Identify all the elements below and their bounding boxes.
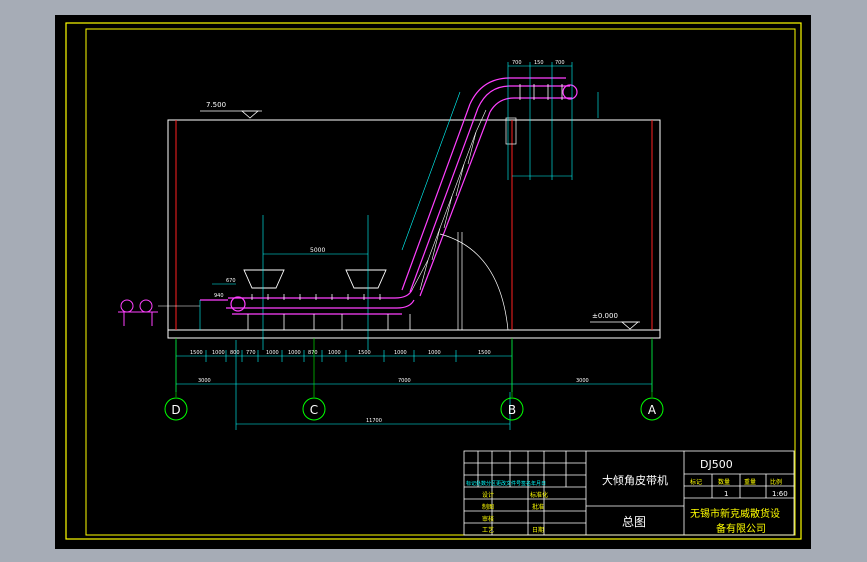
scale-value: 1:60 — [772, 490, 788, 498]
seg-dim-9: 1500 — [358, 350, 371, 356]
label-qty: 数量 — [718, 478, 730, 486]
company-line-1: 无锡市新克威散货设 — [690, 507, 780, 520]
dim-ab: 3000 — [576, 378, 589, 384]
seg-dim-10: 1000 — [394, 350, 407, 356]
label-mark: 标记 — [690, 478, 702, 486]
company-line-2: 备有限公司 — [716, 522, 766, 535]
seg-dim-5: 1000 — [266, 350, 279, 356]
dim-total: 11700 — [366, 418, 382, 424]
seg-dim-3: 800 — [230, 350, 240, 356]
label-scale: 比例 — [770, 478, 782, 486]
label-stdcheck: 标准化 — [530, 491, 548, 499]
axis-label-c: C — [310, 403, 318, 417]
dim-bc: 7000 — [398, 378, 411, 384]
label-process: 工艺 — [482, 526, 494, 534]
seg-dim-2: 1000 — [212, 350, 225, 356]
seg-dim-4: 770 — [246, 350, 256, 356]
dim-left: 3000 — [198, 378, 211, 384]
seg-dim-8: 1000 — [328, 350, 341, 356]
label-design: 设计 — [482, 491, 494, 499]
label-weight: 重量 — [744, 478, 756, 486]
seg-dim-6: 1000 — [288, 350, 301, 356]
axis-label-a: A — [648, 403, 657, 417]
elevation-ground-label: ±0.000 — [592, 312, 618, 320]
label-review: 审核 — [482, 515, 494, 523]
elevation-top-label: 7.500 — [206, 101, 226, 109]
seg-dim-11: 1000 — [428, 350, 441, 356]
drawing-number: DJ500 — [700, 458, 733, 471]
axis-label-d: D — [171, 403, 180, 417]
dim-hopper-span: 5000 — [310, 247, 325, 254]
drawing-title: 大倾角皮带机 — [602, 473, 668, 487]
head-dim-3: 700 — [555, 60, 565, 66]
seg-dim-1: 1500 — [190, 350, 203, 356]
seg-dim-7: 870 — [308, 350, 318, 356]
qty-value: 1 — [724, 490, 728, 498]
label-approve: 批准 — [532, 503, 544, 511]
head-dim-1: 700 — [512, 60, 522, 66]
rev-header: 标记处数分区更改文件号签名年月日 — [466, 480, 546, 487]
seg-dim-12: 1500 — [478, 350, 491, 356]
label-date: 日期 — [532, 526, 544, 534]
tail-dim-2: 940 — [214, 293, 224, 299]
axis-label-b: B — [508, 403, 516, 417]
head-dim-2: 150 — [534, 60, 544, 66]
label-draw: 制图 — [482, 503, 494, 511]
sheet-name: 总图 — [622, 515, 646, 529]
cad-drawing: 7.500 ±0.000 5000 700 150 700 670 940 15… — [55, 15, 811, 549]
tail-dim-1: 670 — [226, 278, 236, 284]
